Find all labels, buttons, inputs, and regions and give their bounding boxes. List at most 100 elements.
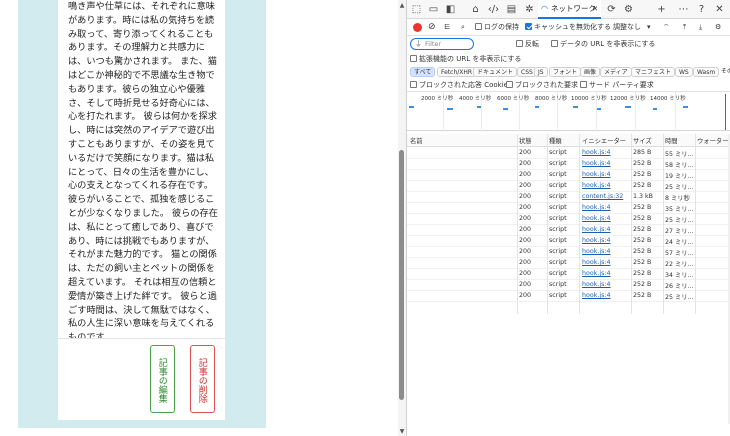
column-header-size[interactable]: サイズ <box>633 136 652 145</box>
table-row[interactable]: hook.js?BEEFHOOK=HQsAvC3q...200scripthoo… <box>407 225 730 236</box>
throttle-chevron-down-icon[interactable]: ▾ <box>647 21 651 34</box>
request-initiator-link[interactable]: hook.js:4 <box>582 226 632 233</box>
request-initiator-link[interactable]: hook.js:4 <box>582 270 632 277</box>
timeline-bar <box>477 106 481 108</box>
add-tab-icon[interactable]: + <box>655 3 668 16</box>
blocked-cookies-box <box>410 81 417 88</box>
request-initiator-link[interactable]: hook.js:4 <box>582 248 632 255</box>
table-row[interactable]: hook.js?BEEFHOOK=HQsAvC3q...200scripthoo… <box>407 203 730 214</box>
filter-input[interactable]: ⏚ Filter <box>410 38 474 50</box>
inspect-element-icon[interactable]: ⬚ <box>410 3 423 16</box>
hide-data-urls-checkbox[interactable]: データの URL を非表示にする <box>551 38 655 51</box>
table-row[interactable]: hook.js?BEEFHOOK=HQsAvC3q...200scripthoo… <box>407 269 730 280</box>
table-row[interactable]: hook.js?BEEFHOOK=HQsAvC3q...200scripthoo… <box>407 258 730 269</box>
request-type: script <box>549 215 567 222</box>
type-filter-document[interactable]: ドキュメント <box>473 67 518 77</box>
preserve-log-checkbox[interactable]: ログの保持 <box>475 21 519 34</box>
request-initiator-link[interactable]: hook.js:4 <box>582 182 632 189</box>
column-header-initiator[interactable]: イニシエーター <box>582 136 626 145</box>
request-initiator-link[interactable]: hook.js:4 <box>582 160 632 167</box>
clear-icon[interactable]: ⊘ <box>428 21 436 34</box>
help-icon[interactable]: ? <box>695 3 708 16</box>
disable-cache-checkbox[interactable]: キャッシュを無効化する <box>525 21 611 34</box>
type-filter-image[interactable]: 画像 <box>580 67 601 77</box>
network-conditions-icon[interactable]: ⌔ <box>663 21 670 34</box>
delete-article-button[interactable]: 記事の削除 <box>190 345 215 413</box>
hide-data-urls-box <box>551 40 558 47</box>
close-devtools-icon[interactable]: ✕ <box>713 3 726 16</box>
request-initiator-link[interactable]: hook.js:4 <box>582 204 632 211</box>
filter-toggle-icon[interactable]: ⋿ <box>444 21 450 34</box>
device-toolbar-icon[interactable]: ▭ <box>427 3 440 16</box>
request-initiator-link[interactable]: hook.js:4 <box>582 259 632 266</box>
filter-bar: ⏚ Filter 反転 データの URL を非表示にする <box>407 36 730 52</box>
scroll-down-icon[interactable]: ▼ <box>398 428 406 436</box>
performance-icon[interactable]: ⟳ <box>605 3 618 16</box>
welcome-icon[interactable]: ⌂ <box>469 3 482 16</box>
type-filter-media[interactable]: メディア <box>600 67 632 77</box>
request-status: 200 <box>519 193 532 200</box>
type-filter-fetch[interactable]: Fetch/XHR <box>437 67 477 77</box>
table-row[interactable]: hook.js?BEEFHOOK=HQsAvC3q...200scripthoo… <box>407 291 730 302</box>
table-header: 名前 状態 種類 イニシエーター サイズ 時間 ウォーターフォール <box>407 134 730 147</box>
devtools-tab-bar: ⬚ ▭ ◧ ⌂ ‹/› ▤ ✲ ◠ ネットワーク ✕ ⟳ ⚙ + ⋯ ? ✕ <box>407 0 730 19</box>
timeline-tick: 2000 ミリ秒 <box>421 96 454 102</box>
invert-checkbox[interactable]: 反転 <box>516 38 539 51</box>
column-header-status[interactable]: 状態 <box>519 136 532 145</box>
request-status: 200 <box>519 149 532 156</box>
type-filter-wasm[interactable]: Wasm <box>693 67 720 77</box>
request-initiator-link[interactable]: hook.js:4 <box>582 237 632 244</box>
request-type: script <box>549 171 567 178</box>
throttle-select[interactable]: 調整なし <box>613 21 641 34</box>
table-row[interactable]: js.js200scriptcontent.js:321.3 kB8 ミリ秒 <box>407 192 730 203</box>
import-har-icon[interactable]: ⤒ <box>683 21 686 34</box>
type-filter-manifest[interactable]: マニフェスト <box>631 67 676 77</box>
request-size: 252 B <box>633 226 652 233</box>
type-filter-all[interactable]: すべて <box>410 67 436 77</box>
scroll-up-icon[interactable]: ▲ <box>398 2 406 10</box>
elements-icon[interactable]: ‹/› <box>487 3 500 16</box>
type-filter-ws[interactable]: WS <box>675 67 693 77</box>
table-row[interactable]: hook.js?BEEFHOOK=HQsAvC3q...200scripthoo… <box>407 214 730 225</box>
close-tab-icon[interactable]: ✕ <box>592 0 598 18</box>
table-row[interactable]: hook.js?BEEFHOOK=HQsAvC3q...200scripthoo… <box>407 181 730 192</box>
column-header-waterfall[interactable]: ウォーターフォール <box>697 136 730 145</box>
request-status: 200 <box>519 237 532 244</box>
timeline-bar <box>653 108 657 110</box>
table-row[interactable]: hook.js?BEEFHOOK=HQsAvC3q...200scripthoo… <box>407 236 730 247</box>
extension-url-option: 拡張機能の URL を非表示にする <box>407 52 730 65</box>
tab-network[interactable]: ◠ ネットワーク ✕ <box>538 0 601 19</box>
request-initiator-link[interactable]: hook.js:4 <box>582 149 632 156</box>
edit-article-button[interactable]: 記事の編集 <box>150 345 175 413</box>
network-overview-timeline[interactable]: 2000 ミリ秒 4000 ミリ秒 6000 ミリ秒 8000 ミリ秒 1000… <box>407 91 730 132</box>
more-tools-icon[interactable]: ⋯ <box>677 3 690 16</box>
column-header-time[interactable]: 時間 <box>665 136 678 145</box>
export-har-icon[interactable]: ⤓ <box>699 21 702 34</box>
record-icon[interactable] <box>413 23 422 32</box>
dock-side-icon[interactable]: ◧ <box>444 3 457 16</box>
disable-cache-label: キャッシュを無効化する <box>534 23 611 31</box>
table-row[interactable]: hook.js?BEEFHOOK=HQsAvC3q...200scripthoo… <box>407 280 730 291</box>
console-icon[interactable]: ▤ <box>505 3 518 16</box>
request-initiator-link[interactable]: hook.js:4 <box>582 171 632 178</box>
network-settings-icon[interactable]: ⚙ <box>715 21 721 34</box>
column-header-name[interactable]: 名前 <box>410 136 423 145</box>
type-filter-font[interactable]: フォント <box>549 67 582 77</box>
debugger-icon[interactable]: ✲ <box>523 3 536 16</box>
request-initiator-link[interactable]: hook.js:4 <box>582 281 632 288</box>
request-initiator-link[interactable]: hook.js:4 <box>582 215 632 222</box>
table-row[interactable]: hook.js?BEEFHOOK=HQsAvC3q...200scripthoo… <box>407 247 730 258</box>
request-initiator-link[interactable]: hook.js:4 <box>582 292 632 299</box>
type-filter-js[interactable]: JS <box>534 67 548 77</box>
settings-gear-icon[interactable]: ⚙ <box>622 3 635 16</box>
request-initiator-link[interactable]: content.js:32 <box>582 193 632 200</box>
page-scrollbar-thumb[interactable] <box>399 150 404 400</box>
column-divider <box>663 134 664 314</box>
timeline-bar <box>447 108 453 110</box>
table-row[interactable]: hook.js?BEEFHOOK=HQsAvC3q...200scripthoo… <box>407 159 730 170</box>
type-filter-other[interactable]: その <box>718 67 730 77</box>
column-header-type[interactable]: 種類 <box>549 136 562 145</box>
table-row[interactable]: hook.js?BEEFHOOK=HQsAvC3q...200scripthoo… <box>407 170 730 181</box>
search-icon[interactable]: ⌕ <box>461 21 465 34</box>
table-row[interactable]: dh?bh=HQsAvC3qQdk6eLKBU...200scripthook.… <box>407 148 730 159</box>
